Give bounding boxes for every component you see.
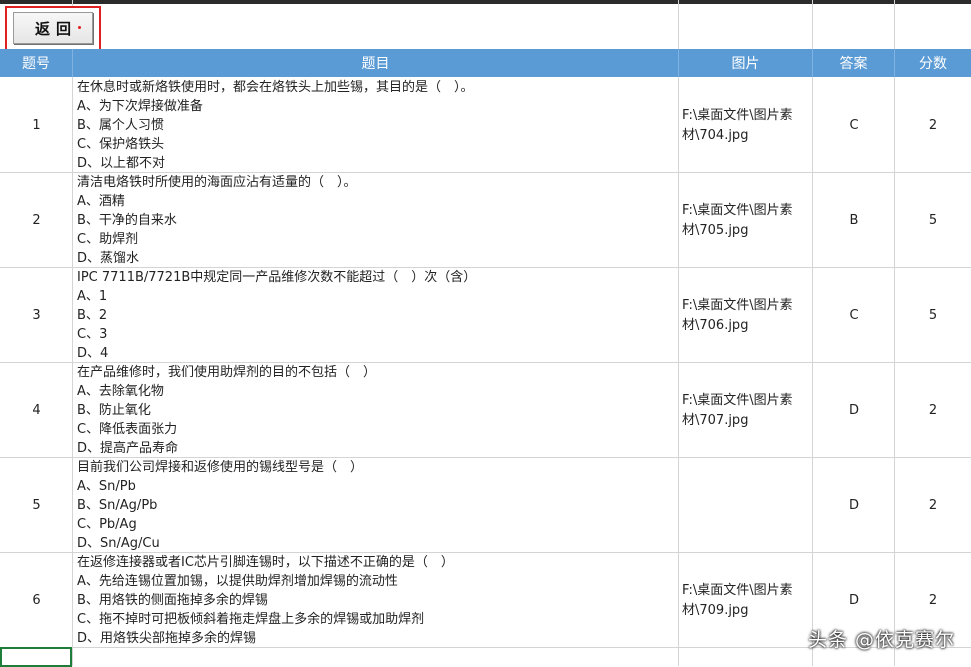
question-option: C、拖不掉时可把板倾斜着拖走焊盘上多余的焊锡或加助焊剂 — [77, 612, 425, 627]
cell-answer[interactable]: C — [813, 78, 895, 173]
cell-picture[interactable]: F:\桌面文件\图片素 材\706.jpg — [679, 268, 812, 363]
question-option: A、为下次焊接做准备 — [77, 99, 203, 114]
cell-num[interactable]: 5 — [0, 458, 73, 553]
cell-picture[interactable]: F:\桌面文件\图片素 材\709.jpg — [679, 553, 812, 648]
top-border-strip — [0, 0, 971, 4]
question-option: D、4 — [77, 346, 109, 361]
question-option: C、3 — [77, 327, 108, 342]
cell-picture[interactable] — [679, 458, 812, 553]
cell-num[interactable]: 4 — [0, 363, 73, 458]
question-stem: 目前我们公司焊接和返修使用的锡线型号是（ ） — [77, 460, 364, 475]
cell-question[interactable]: 在休息时或新烙铁使用时，都会在烙铁头上加些锡，其目的是（ ）。 A、为下次焊接做准… — [73, 78, 678, 173]
question-option: B、防止氧化 — [77, 403, 151, 418]
question-stem: 在休息时或新烙铁使用时，都会在烙铁头上加些锡，其目的是（ ）。 — [77, 80, 474, 95]
question-option: B、干净的自来水 — [77, 213, 177, 228]
header-num[interactable]: 题号 — [0, 49, 73, 77]
cell-picture[interactable]: F:\桌面文件\图片素 材\704.jpg — [679, 78, 812, 173]
cell-score[interactable]: 2 — [895, 78, 971, 173]
question-option: C、降低表面张力 — [77, 422, 178, 437]
question-option: D、用烙铁尖部拖掉多余的焊锡 — [77, 631, 257, 646]
picture-path-line: 材\705.jpg — [682, 222, 749, 238]
cell-question[interactable]: 清洁电烙铁时所使用的海面应沾有适量的（ ）。 A、酒精 B、干净的自来水 C、助焊剂 D… — [73, 173, 678, 268]
cell-picture[interactable]: F:\桌面文件\图片素 材\707.jpg — [679, 363, 812, 458]
cell-picture[interactable]: F:\桌面文件\图片素 材\705.jpg — [679, 173, 812, 268]
spreadsheet: 返回 题号 题目 图片 答案 分数 1 在休息时或新烙铁使用时，都会在烙铁头上加些… — [0, 0, 971, 667]
cell-answer[interactable]: B — [813, 173, 895, 268]
picture-path-line: F:\桌面文件\图片素 — [682, 202, 793, 218]
cell-score[interactable]: 5 — [895, 173, 971, 268]
table-row: 3 IPC 7711B/7721B中规定同一产品维修次数不能超过（ ）次（含） A、… — [0, 268, 971, 363]
cell-question[interactable]: 在产品维修时，我们使用助焊剂的目的不包括（ ） A、去除氧化物 B、防止氧化 C、降低… — [73, 363, 678, 458]
question-option: D、提高产品寿命 — [77, 441, 179, 456]
cell-score[interactable]: 2 — [895, 458, 971, 553]
question-option: C、Pb/Ag — [77, 517, 137, 532]
question-option: D、蒸馏水 — [77, 251, 140, 266]
question-option: A、Sn/Pb — [77, 479, 136, 494]
red-marker-dot — [78, 26, 81, 29]
cell-question[interactable]: IPC 7711B/7721B中规定同一产品维修次数不能超过（ ）次（含） A、1… — [73, 268, 678, 363]
question-option: B、属个人习惯 — [77, 118, 164, 133]
picture-path-line: 材\709.jpg — [682, 602, 749, 618]
back-button[interactable]: 返回 — [13, 12, 93, 44]
back-button-highlight: 返回 — [5, 6, 101, 52]
cell-answer[interactable]: D — [813, 458, 895, 553]
question-option: A、酒精 — [77, 194, 125, 209]
question-option: B、2 — [77, 308, 108, 323]
question-option: D、以上都不对 — [77, 156, 166, 171]
header-question[interactable]: 题目 — [73, 49, 679, 77]
question-option: C、助焊剂 — [77, 232, 139, 247]
picture-path-line: F:\桌面文件\图片素 — [682, 107, 793, 123]
header-picture[interactable]: 图片 — [679, 49, 813, 77]
cell-answer[interactable]: C — [813, 268, 895, 363]
watermark: 头条 @依克赛尔 — [807, 629, 955, 651]
cell-num[interactable]: 3 — [0, 268, 73, 363]
cell-score[interactable]: 5 — [895, 268, 971, 363]
question-option: B、用烙铁的侧面拖掉多余的焊锡 — [77, 593, 268, 608]
question-option: A、去除氧化物 — [77, 384, 164, 399]
header-score[interactable]: 分数 — [895, 49, 971, 77]
question-stem: 在返修连接器或者IC芯片引脚连锡时，以下描述不正确的是（ ） — [77, 555, 454, 570]
picture-path-line: 材\706.jpg — [682, 317, 749, 333]
picture-path-line: 材\704.jpg — [682, 127, 749, 143]
cell-question[interactable]: 在返修连接器或者IC芯片引脚连锡时，以下描述不正确的是（ ） A、先给连锡位置加锡… — [73, 553, 678, 648]
cell-num[interactable]: 2 — [0, 173, 73, 268]
table-row: 1 在休息时或新烙铁使用时，都会在烙铁头上加些锡，其目的是（ ）。 A、为下次焊接做… — [0, 78, 971, 173]
cell-question[interactable]: 目前我们公司焊接和返修使用的锡线型号是（ ） A、Sn/Pb B、Sn/Ag/Pb C… — [73, 458, 678, 553]
question-option: A、先给连锡位置加锡，以提供助焊剂增加焊锡的流动性 — [77, 574, 398, 589]
cell-answer[interactable]: D — [813, 363, 895, 458]
question-stem: 在产品维修时，我们使用助焊剂的目的不包括（ ） — [77, 365, 377, 380]
question-option: C、保护烙铁头 — [77, 137, 165, 152]
header-answer[interactable]: 答案 — [813, 49, 895, 77]
picture-path-line: F:\桌面文件\图片素 — [682, 297, 793, 313]
picture-path-line: F:\桌面文件\图片素 — [682, 392, 793, 408]
picture-path-line: F:\桌面文件\图片素 — [682, 582, 793, 598]
question-stem: 清洁电烙铁时所使用的海面应沾有适量的（ ）。 — [77, 175, 357, 190]
question-option: B、Sn/Ag/Pb — [77, 498, 158, 513]
cell-num[interactable]: 6 — [0, 553, 73, 648]
question-option: D、Sn/Ag/Cu — [77, 536, 160, 551]
picture-path-line: 材\707.jpg — [682, 412, 749, 428]
question-option: A、1 — [77, 289, 108, 304]
selected-cell[interactable] — [0, 647, 72, 667]
table-row: 4 在产品维修时，我们使用助焊剂的目的不包括（ ） A、去除氧化物 B、防止氧化 C、降… — [0, 363, 971, 458]
table-header: 题号 题目 图片 答案 分数 — [0, 49, 971, 77]
cell-num[interactable]: 1 — [0, 78, 73, 173]
cell-score[interactable]: 2 — [895, 363, 971, 458]
table-row: 2 清洁电烙铁时所使用的海面应沾有适量的（ ）。 A、酒精 B、干净的自来水 C、助焊剂… — [0, 173, 971, 268]
question-stem: IPC 7711B/7721B中规定同一产品维修次数不能超过（ ）次（含） — [77, 270, 477, 285]
table-row: 5 目前我们公司焊接和返修使用的锡线型号是（ ） A、Sn/Pb B、Sn/Ag/Pb… — [0, 458, 971, 553]
